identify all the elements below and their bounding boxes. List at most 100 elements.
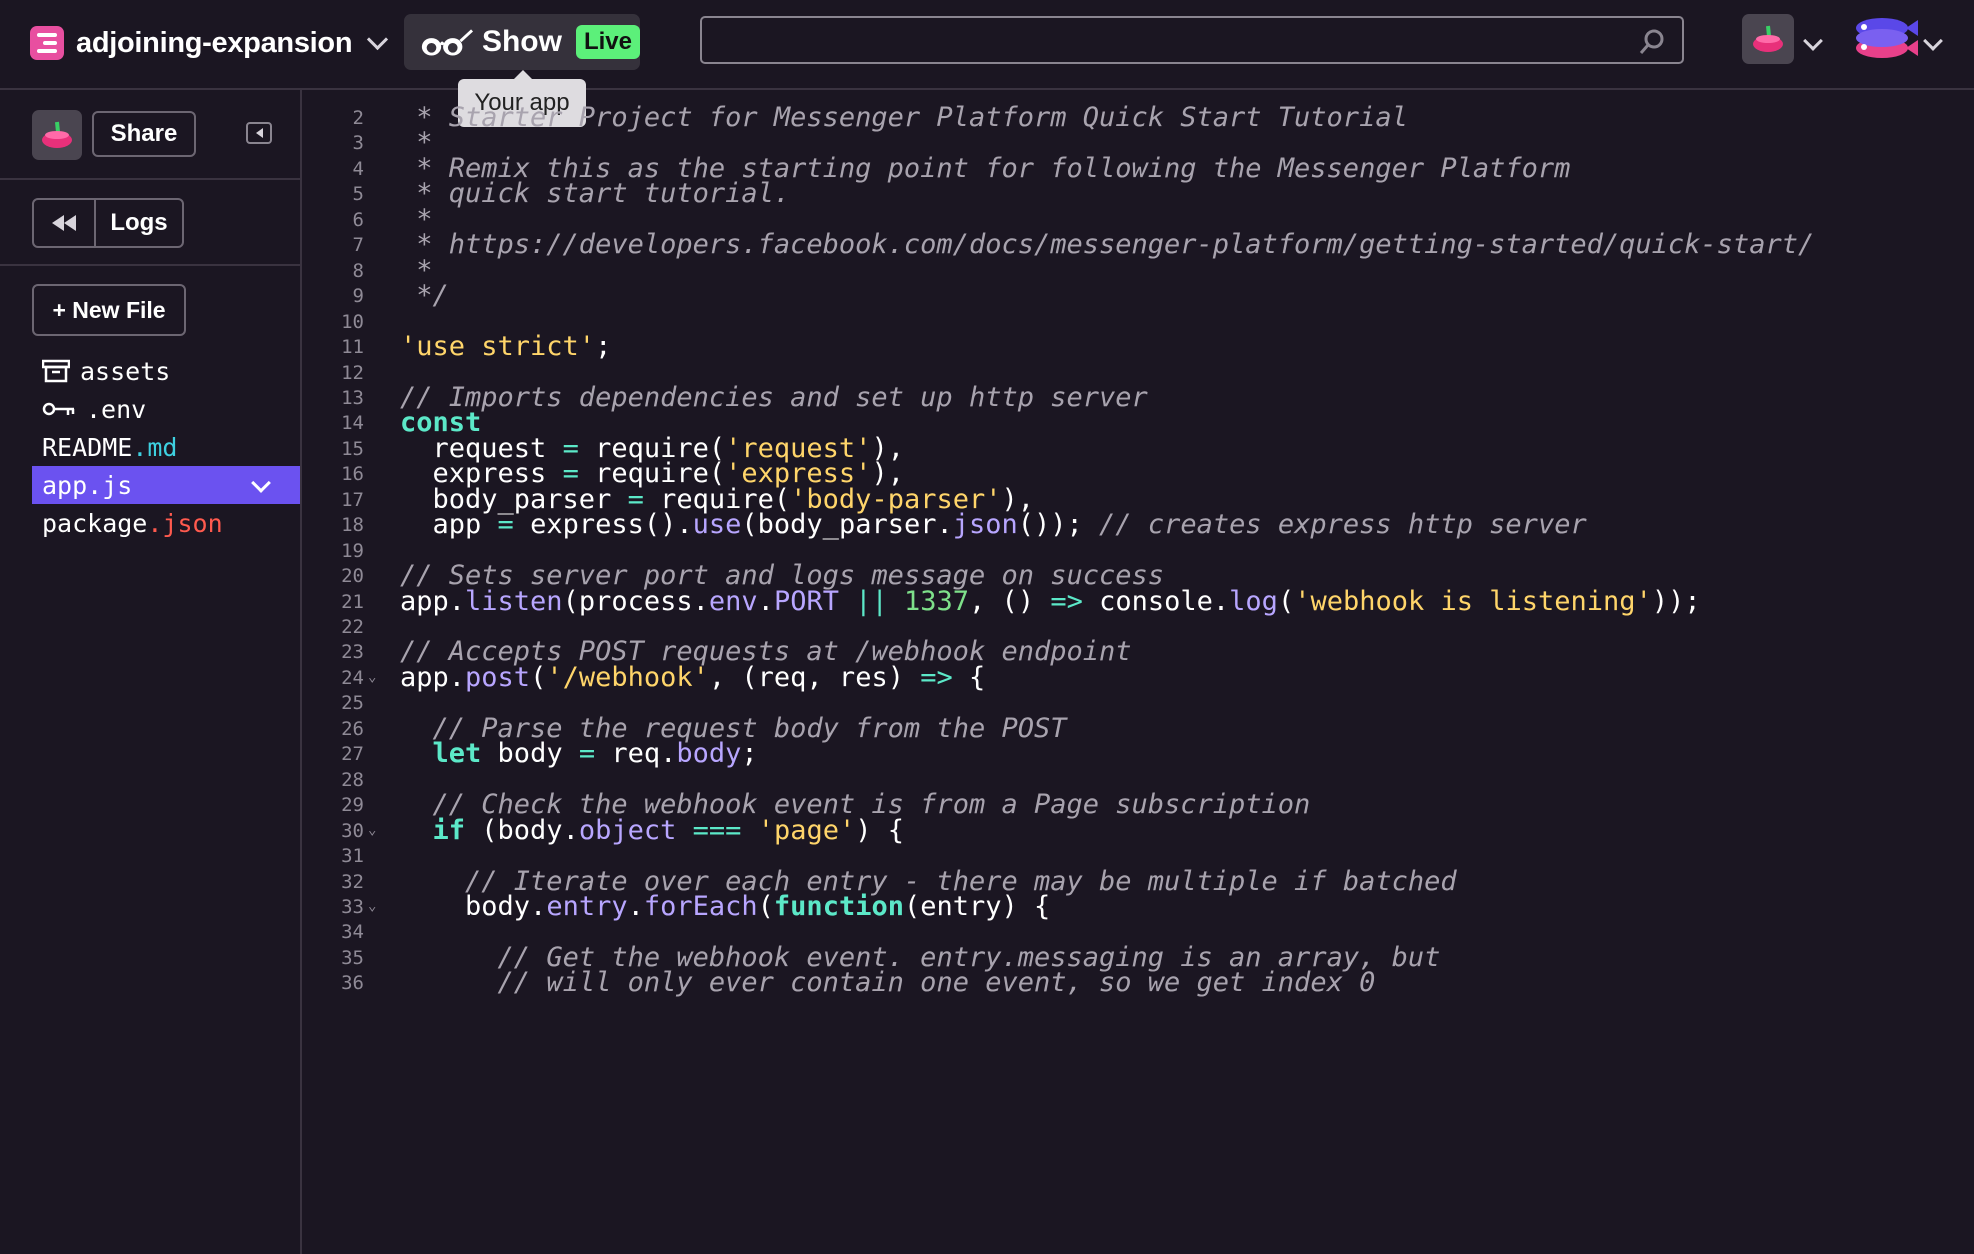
rewind-button[interactable] <box>34 200 96 246</box>
show-app-button[interactable]: Show Live <box>404 14 640 70</box>
code-token: (process. <box>562 585 709 617</box>
logs-toolbar: Logs <box>32 198 184 248</box>
code-token: 'use strict' <box>400 331 596 363</box>
code-line: app = express().use(body_parser.json());… <box>400 509 1587 540</box>
code-token: ( <box>530 661 547 693</box>
code-token: post <box>465 661 531 693</box>
code-token: log <box>1229 585 1278 617</box>
line-number: 10 <box>341 310 364 333</box>
collapse-sidebar-button[interactable] <box>246 122 272 144</box>
code-token: . <box>757 585 774 617</box>
code-token: env <box>708 585 758 617</box>
team-menu-chevron-icon[interactable] <box>1923 31 1943 51</box>
fold-chevron-icon[interactable]: ⌄ <box>368 669 376 685</box>
user-menu-button[interactable] <box>1742 14 1794 64</box>
code-token: body <box>481 738 579 770</box>
share-button[interactable]: Share <box>92 111 196 157</box>
code-token: { <box>952 661 986 693</box>
fold-chevron-icon[interactable]: ⌄ <box>368 898 376 914</box>
user-menu-chevron-icon[interactable] <box>1803 31 1823 51</box>
code-token: (body. <box>465 814 579 846</box>
code-token: ; <box>741 738 758 770</box>
code-token: * https://developers.facebook.com/docs/m… <box>400 229 1815 261</box>
search-input[interactable] <box>700 16 1684 64</box>
line-number: 23 <box>341 641 364 664</box>
code-token: 1337 <box>904 585 970 617</box>
line-number: 36 <box>341 972 364 995</box>
code-token: */ <box>400 280 449 312</box>
line-number: 20 <box>341 565 364 588</box>
code-token: * quick start tutorial. <box>400 178 791 210</box>
project-menu-button[interactable]: adjoining-expansion <box>30 22 389 64</box>
code-token: json <box>952 509 1018 541</box>
collapse-icon <box>255 128 263 138</box>
chevron-down-icon <box>367 28 389 50</box>
code-token: function <box>773 890 904 922</box>
glasses-icon <box>421 29 474 56</box>
file-name: README <box>42 432 133 462</box>
line-number: 7 <box>352 234 364 257</box>
code-token: req. <box>595 738 677 770</box>
line-number: 9 <box>352 285 364 308</box>
code-token: object <box>578 814 677 846</box>
line-number: 16 <box>341 463 364 486</box>
line-number: 3 <box>352 132 364 155</box>
code-line: body.entry.forEach(function(entry) { <box>400 891 1050 922</box>
code-token: => <box>920 661 953 693</box>
search-icon <box>1639 29 1664 54</box>
line-number: 26 <box>341 717 364 740</box>
line-number: 34 <box>341 921 364 944</box>
code-token: (body_parser. <box>741 509 953 541</box>
code-token: 'webhook is listening' <box>1294 585 1652 617</box>
code-token: forEach <box>643 890 758 922</box>
file-options-chevron-icon[interactable] <box>251 473 271 493</box>
line-number: 29 <box>341 794 364 817</box>
line-number: 8 <box>352 259 364 282</box>
file-item-readme[interactable]: README .md <box>32 428 300 466</box>
line-number: 24 <box>341 666 364 689</box>
line-number: 15 <box>341 437 364 460</box>
code-token: entry <box>546 890 628 922</box>
line-number: 33 <box>341 895 364 918</box>
file-item-assets[interactable]: assets <box>32 352 300 390</box>
code-token: ) { <box>855 814 905 846</box>
file-item-package-json[interactable]: package .json <box>32 504 300 542</box>
code-token: || <box>855 585 888 617</box>
code-line: */ <box>400 280 449 311</box>
code-token: ; <box>595 331 612 363</box>
code-token: app. <box>400 661 466 693</box>
code-token: app. <box>400 585 466 617</box>
new-file-button[interactable]: + New File <box>32 284 186 336</box>
code-line: let body = req.body; <box>400 738 758 769</box>
file-item-app-js[interactable]: app.js <box>32 466 300 504</box>
rewind-icon <box>52 215 64 231</box>
code-editor[interactable]: 2 * Starter Project for Messenger Platfo… <box>302 90 1974 1254</box>
code-line: if (body.object === 'page') { <box>400 814 905 846</box>
code-line: 'use strict'; <box>400 331 611 362</box>
code-token: ()); <box>1017 509 1100 541</box>
divider <box>0 178 300 180</box>
line-number: 35 <box>341 946 364 969</box>
sidebar: Share Logs + New File assets .env README… <box>0 90 302 1254</box>
file-item-env[interactable]: .env <box>32 390 300 428</box>
line-number: 30 <box>341 819 364 842</box>
user-avatar-icon <box>1753 25 1783 52</box>
code-line: * Starter Project for Messenger Platform… <box>400 102 1408 133</box>
logs-button[interactable]: Logs <box>96 200 182 246</box>
file-name: assets <box>80 356 171 386</box>
show-label: Show <box>481 25 562 58</box>
code-token: '/webhook' <box>546 661 709 693</box>
line-number: 31 <box>341 845 364 868</box>
project-avatar-button[interactable] <box>32 110 82 160</box>
code-line: * quick start tutorial. <box>400 178 790 209</box>
file-name: package <box>42 508 148 538</box>
team-avatar-icon[interactable] <box>1850 14 1918 64</box>
code-token: , (req, res) <box>708 661 921 693</box>
code-token: // creates express http server <box>1099 509 1587 541</box>
fold-chevron-icon[interactable]: ⌄ <box>368 822 376 838</box>
